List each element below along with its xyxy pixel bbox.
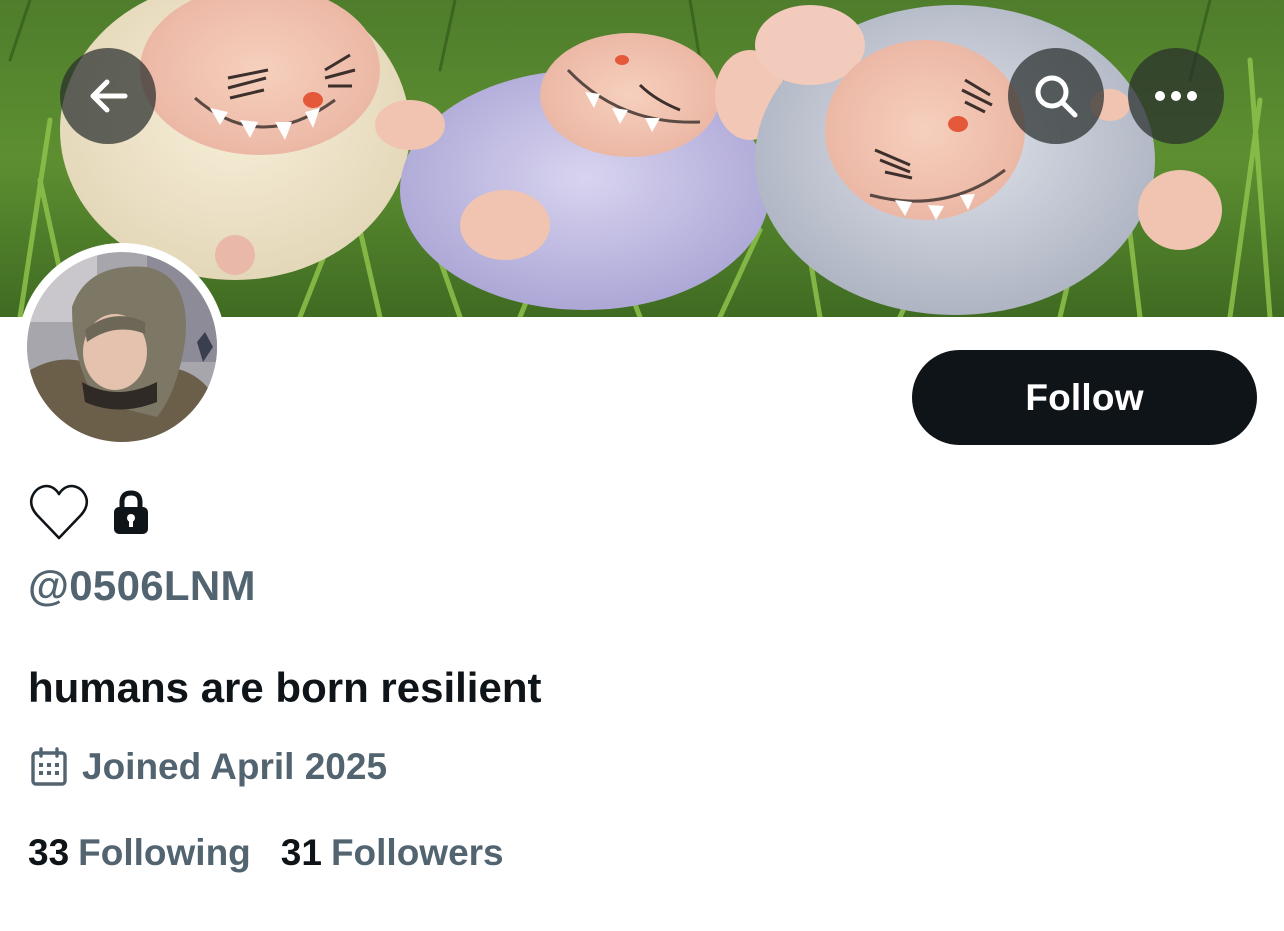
profile-page: Follow @0506LNM humans are born resilien… (0, 0, 1284, 931)
following-count: 33 (28, 832, 70, 873)
avatar-image (27, 252, 217, 442)
profile-handle: @0506LNM (28, 562, 256, 609)
followers-label: Followers (330, 832, 504, 873)
display-name-row (28, 478, 150, 548)
search-icon (1035, 75, 1078, 118)
profile-banner[interactable] (0, 0, 1284, 317)
banner-image (0, 0, 1284, 317)
follow-button-label: Follow (1025, 376, 1144, 418)
heart-outline-icon (29, 484, 89, 540)
arrow-left-icon (90, 79, 128, 113)
avatar-ring[interactable] (18, 243, 226, 451)
joined-text: Joined April 2025 (82, 746, 388, 787)
calendar-icon (31, 747, 67, 786)
follow-stats: 33 Following 31 Followers (28, 832, 504, 874)
joined-date: Joined April 2025 (30, 746, 387, 788)
more-options-button[interactable] (1128, 48, 1224, 144)
following-link[interactable]: 33 Following (28, 832, 251, 874)
more-horizontal-icon (1155, 91, 1197, 101)
lock-icon (114, 490, 148, 534)
search-button[interactable] (1008, 48, 1104, 144)
following-label: Following (78, 832, 251, 873)
followers-link[interactable]: 31 Followers (281, 832, 504, 874)
profile-bio: humans are born resilient (28, 664, 542, 711)
follow-button[interactable]: Follow (912, 350, 1257, 445)
back-button[interactable] (60, 48, 156, 144)
followers-count: 31 (280, 832, 322, 873)
avatar[interactable] (27, 252, 217, 442)
